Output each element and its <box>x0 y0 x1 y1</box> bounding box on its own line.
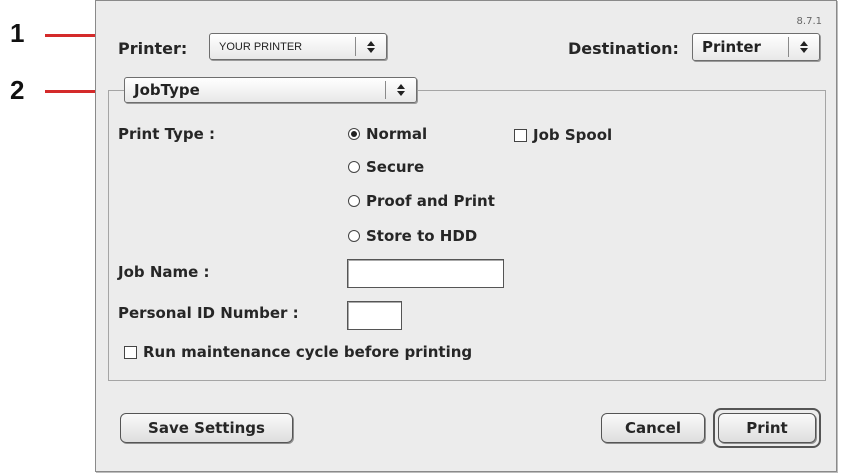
cancel-button[interactable]: Cancel <box>601 413 705 443</box>
radio-button <box>348 195 360 207</box>
updown-arrows-icon <box>385 81 416 99</box>
radio-store-to-hdd[interactable]: Store to HDD <box>348 227 477 245</box>
version-label: 8.7.1 <box>796 16 822 27</box>
radio-proof-and-print[interactable]: Proof and Print <box>348 192 495 210</box>
maintenance-checkbox[interactable]: Run maintenance cycle before printing <box>124 343 472 361</box>
radio-button-selected <box>348 128 360 140</box>
save-settings-button[interactable]: Save Settings <box>120 413 293 443</box>
print-type-label: Print Type : <box>118 125 215 143</box>
job-name-label: Job Name : <box>118 263 210 281</box>
printer-label: Printer: <box>118 39 188 58</box>
checkbox <box>124 345 137 359</box>
radio-store-to-hdd-label: Store to HDD <box>366 227 478 245</box>
print-button[interactable]: Print <box>718 413 816 443</box>
panel-popup-value: JobType <box>134 81 200 99</box>
checkbox <box>514 128 527 142</box>
destination-label: Destination: <box>568 39 679 58</box>
job-name-input[interactable] <box>347 259 504 288</box>
radio-proof-and-print-label: Proof and Print <box>366 192 495 210</box>
job-spool-label: Job Spool <box>533 126 613 144</box>
radio-secure-label: Secure <box>366 158 425 176</box>
callout-number-1: 1 <box>10 18 25 48</box>
updown-arrows-icon <box>355 37 386 56</box>
radio-button <box>348 230 360 242</box>
personal-id-input[interactable] <box>347 301 402 330</box>
destination-popup-value: Printer <box>702 38 761 56</box>
radio-normal[interactable]: Normal <box>348 125 427 143</box>
job-spool-checkbox[interactable]: Job Spool <box>514 126 612 144</box>
maintenance-label: Run maintenance cycle before printing <box>143 343 473 361</box>
radio-normal-label: Normal <box>366 125 428 143</box>
radio-secure[interactable]: Secure <box>348 158 424 176</box>
radio-button <box>348 161 360 173</box>
updown-arrows-icon <box>788 37 819 57</box>
callout-number-2: 2 <box>10 75 25 105</box>
destination-popup[interactable]: Printer <box>692 33 820 61</box>
print-dialog: 8.7.1 Printer: YOUR PRINTER Destination:… <box>95 0 837 472</box>
printer-popup[interactable]: YOUR PRINTER <box>209 33 387 60</box>
personal-id-label: Personal ID Number : <box>118 304 299 322</box>
panel-popup[interactable]: JobType <box>124 77 417 103</box>
printer-popup-value: YOUR PRINTER <box>219 40 303 53</box>
